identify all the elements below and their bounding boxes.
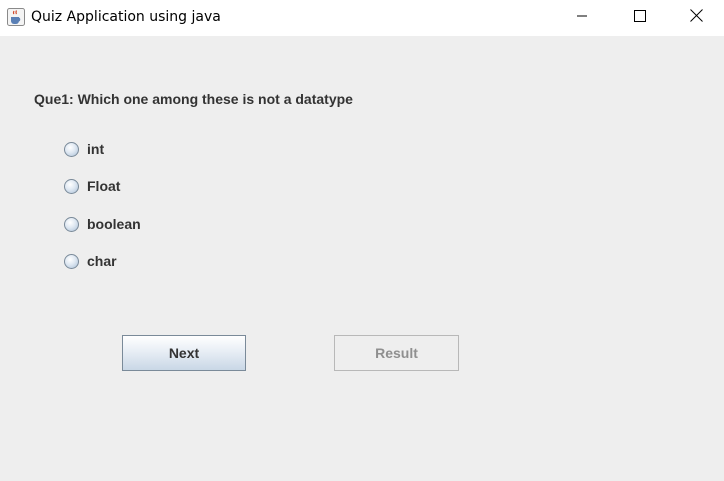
minimize-icon: [576, 9, 588, 27]
option-float[interactable]: Float: [64, 176, 120, 196]
title-bar[interactable]: Quiz Application using java: [0, 0, 724, 36]
option-label: boolean: [87, 216, 141, 232]
question-text: Que1: Which one among these is not a dat…: [34, 91, 353, 107]
option-label: char: [87, 253, 117, 269]
java-cup-icon: [7, 8, 25, 26]
option-label: Float: [87, 178, 121, 194]
application-window: Quiz Application using java Que1: Which …: [0, 0, 724, 481]
result-button[interactable]: Result: [334, 335, 459, 371]
radio-button[interactable]: [64, 178, 79, 194]
option-boolean[interactable]: boolean: [64, 214, 141, 234]
maximize-icon: [634, 9, 646, 27]
radio-button[interactable]: [64, 141, 79, 157]
option-int[interactable]: int: [64, 139, 104, 159]
close-button[interactable]: [669, 0, 724, 36]
close-icon: [690, 9, 703, 27]
window-title: Quiz Application using java: [31, 9, 221, 25]
minimize-button[interactable]: [553, 0, 611, 36]
option-label: int: [87, 141, 105, 157]
quiz-panel: Que1: Which one among these is not a dat…: [0, 36, 724, 481]
option-char[interactable]: char: [64, 251, 117, 271]
radio-button[interactable]: [64, 253, 79, 269]
radio-button[interactable]: [64, 216, 79, 232]
maximize-button[interactable]: [611, 0, 669, 36]
next-button[interactable]: Next: [122, 335, 246, 371]
